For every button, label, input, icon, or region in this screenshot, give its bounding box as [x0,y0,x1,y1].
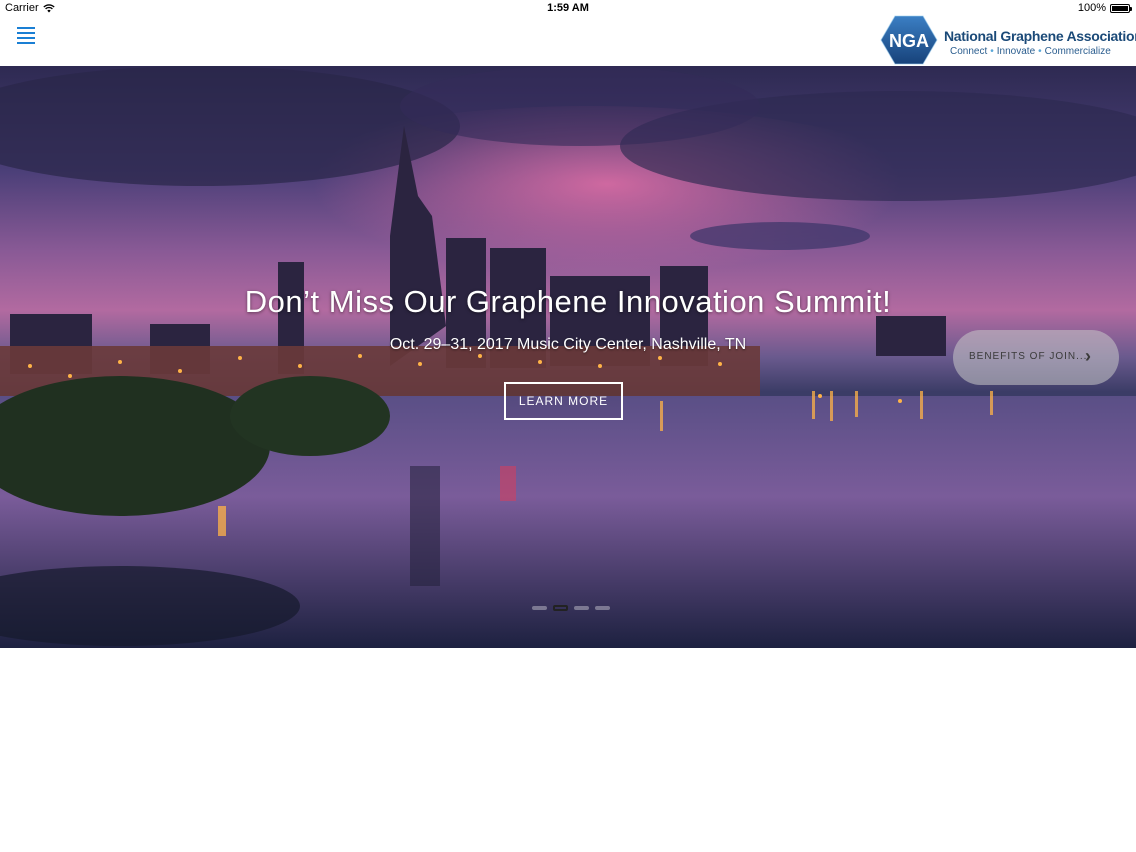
carousel-dot-4[interactable] [595,606,610,610]
learn-more-button[interactable]: LEARN MORE [504,382,623,420]
tagline-innovate: Innovate [996,46,1036,57]
hero-carousel[interactable]: Don’t Miss Our Graphene Innovation Summi… [0,66,1136,648]
carousel-indicators[interactable] [532,605,610,611]
menu-icon [14,27,38,44]
tagline-connect: Connect [950,46,988,57]
carousel-dot-2[interactable] [553,605,568,611]
logo-name-text: National Graphene Association [944,28,1136,44]
nga-logo[interactable]: NGA National Graphene AssociationTM Conn… [878,6,1136,65]
hero-title: Don’t Miss Our Graphene Innovation Summi… [244,284,892,319]
logo-mark: NGA [889,31,929,51]
tagline-commercialize: Commercialize [1044,46,1111,57]
logo-hexagon-icon: NGA [880,15,938,65]
carousel-dot-1[interactable] [532,606,547,610]
app-header: NGA National Graphene AssociationTM Conn… [0,15,1136,66]
logo-tagline: Connect • Innovate • Commercialize [950,46,1111,57]
benefits-of-joining-button[interactable]: BENEFITS OF JOIN... › [953,330,1119,385]
logo-name: National Graphene AssociationTM [944,28,1136,44]
carousel-dot-3[interactable] [574,606,589,610]
chevron-right-icon: › [1085,346,1091,366]
benefits-label: BENEFITS OF JOIN... [969,351,1088,362]
menu-button[interactable] [14,24,38,46]
